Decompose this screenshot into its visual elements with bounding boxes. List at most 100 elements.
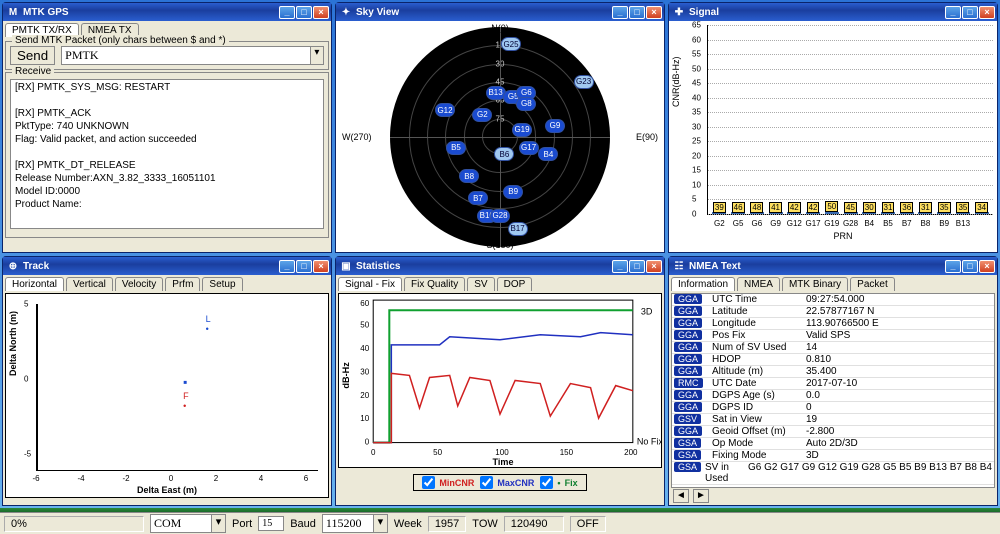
maximize-button[interactable]: □ — [962, 6, 978, 19]
status-com-dd[interactable]: ▾ — [211, 515, 225, 532]
nmea-tab-packet[interactable]: Packet — [850, 277, 895, 291]
status-baud-dd[interactable]: ▾ — [373, 515, 387, 532]
status-port[interactable] — [258, 516, 284, 531]
status-week-label: Week — [394, 518, 422, 530]
svg-text:10: 10 — [360, 414, 369, 423]
title-signal: Signal — [689, 7, 944, 18]
legend-min-check[interactable] — [422, 476, 435, 489]
track-tab-velocity[interactable]: Velocity — [115, 277, 163, 291]
signal-xlabel: PRN — [693, 231, 993, 241]
status-off: OFF — [570, 516, 606, 532]
svg-text:60: 60 — [360, 299, 369, 308]
status-baud-label: Baud — [290, 518, 316, 530]
maximize-button[interactable]: □ — [296, 6, 312, 19]
minimize-button[interactable]: _ — [612, 6, 628, 19]
title-nmea: NMEA Text — [689, 261, 944, 272]
svg-text:Time: Time — [493, 457, 514, 467]
close-button[interactable]: × — [646, 6, 662, 19]
nmea-row[interactable]: GGAUTC Time09:27:54.000 — [672, 294, 994, 306]
legend-fix-check[interactable] — [540, 476, 553, 489]
nmea-icon: ☷ — [673, 260, 685, 272]
window-sky-view: ✦ Sky View _ □ × 1530456075G25G23G12B13G… — [335, 2, 665, 253]
receive-label: Receive — [12, 66, 54, 77]
compass-n: N(0) — [491, 23, 509, 33]
nmea-row[interactable]: GGANum of SV Used14 — [672, 342, 994, 354]
nmea-row[interactable]: GGAPos FixValid SPS — [672, 330, 994, 342]
title-statistics: Statistics — [356, 261, 611, 272]
pmtk-input[interactable] — [62, 47, 310, 64]
nmea-scroll-left[interactable]: ◄ — [673, 489, 689, 503]
close-button[interactable]: × — [979, 6, 995, 19]
minimize-button[interactable]: _ — [279, 6, 295, 19]
sat-B5: B5 — [446, 141, 466, 155]
sat-B7: B7 — [468, 191, 488, 205]
sky-polar-plot: 1530456075G25G23G12B13G5G6G8G2G19G9B5B6G… — [390, 27, 610, 247]
nmea-tab-information[interactable]: Information — [671, 277, 735, 291]
signal-icon: ✚ — [673, 6, 685, 18]
stats-tab-2[interactable]: SV — [467, 277, 494, 291]
status-com[interactable] — [151, 515, 211, 532]
compass-w: W(270) — [342, 132, 372, 142]
nmea-row[interactable]: GGAHDOP0.810 — [672, 354, 994, 366]
maximize-button[interactable]: □ — [629, 6, 645, 19]
status-tow: 120490 — [504, 516, 564, 532]
track-icon: ⊕ — [7, 260, 19, 272]
maximize-button[interactable]: □ — [629, 260, 645, 273]
close-button[interactable]: × — [313, 260, 329, 273]
svg-text:150: 150 — [560, 448, 574, 457]
minimize-button[interactable]: _ — [945, 260, 961, 273]
nmea-row[interactable]: GGALongitude113.90766500 E — [672, 318, 994, 330]
close-button[interactable]: × — [979, 260, 995, 273]
stats-icon: ▣ — [340, 260, 352, 272]
maximize-button[interactable]: □ — [962, 260, 978, 273]
receive-log[interactable]: [RX] PMTK_SYS_MSG: RESTART [RX] PMTK_ACK… — [10, 79, 324, 229]
status-baud[interactable] — [323, 515, 373, 532]
svg-text:dB-Hz: dB-Hz — [341, 362, 351, 389]
sat-G12: G12 — [435, 103, 455, 117]
track-tab-prfm[interactable]: Prfm — [165, 277, 200, 291]
stats-legend: MinCNR MaxCNR • Fix — [413, 474, 586, 491]
app-icon: M — [7, 6, 19, 18]
track-marker-f: F• — [183, 391, 189, 411]
nmea-row[interactable]: GGALatitude22.57877167 N — [672, 306, 994, 318]
status-week: 1957 — [428, 516, 466, 532]
nmea-tab-nmea[interactable]: NMEA — [737, 277, 780, 291]
nmea-tab-mtk-binary[interactable]: MTK Binary — [782, 277, 848, 291]
nmea-row[interactable]: GSAOp ModeAuto 2D/3D — [672, 438, 994, 450]
nmea-row[interactable]: GGAAltitude (m)35.400 — [672, 366, 994, 378]
nmea-grid[interactable]: GGAUTC Time09:27:54.000GGALatitude22.578… — [671, 293, 995, 488]
stats-tab-0[interactable]: Signal - Fix — [338, 277, 402, 291]
title-mtk-gps: MTK GPS — [23, 7, 278, 18]
nmea-row[interactable]: GSASV in UsedG6 G2 G17 G9 G12 G19 G28 G5… — [672, 462, 994, 485]
stats-tab-1[interactable]: Fix Quality — [404, 277, 465, 291]
track-tab-horizontal[interactable]: Horizontal — [5, 277, 64, 291]
sat-G9: G9 — [545, 119, 565, 133]
status-percent: 0% — [4, 516, 144, 532]
minimize-button[interactable]: _ — [945, 6, 961, 19]
maximize-button[interactable]: □ — [296, 260, 312, 273]
compass-s: S(180) — [486, 240, 513, 250]
sat-G28: G28 — [490, 209, 510, 223]
minimize-button[interactable]: _ — [612, 260, 628, 273]
nmea-row[interactable]: GGADGPS Age (s)0.0 — [672, 390, 994, 402]
track-tab-setup[interactable]: Setup — [202, 277, 242, 291]
send-button[interactable]: Send — [10, 46, 55, 65]
close-button[interactable]: × — [646, 260, 662, 273]
nmea-scroll-right[interactable]: ► — [693, 489, 709, 503]
sat-G25: G25 — [501, 37, 521, 51]
status-bar: 0% ▾ Port Baud ▾ Week 1957 TOW 120490 OF… — [0, 512, 1000, 534]
nmea-row[interactable]: GGAGeoid Offset (m)-2.800 — [672, 426, 994, 438]
nmea-row[interactable]: GSAFixing Mode3D — [672, 450, 994, 462]
svg-text:30: 30 — [360, 367, 369, 376]
close-button[interactable]: × — [313, 6, 329, 19]
sat-G17: G17 — [519, 141, 539, 155]
svg-text:40: 40 — [360, 344, 369, 353]
nmea-row[interactable]: RMCUTC Date2017-07-10 — [672, 378, 994, 390]
nmea-row[interactable]: GGADGPS ID0 — [672, 402, 994, 414]
stats-tab-3[interactable]: DOP — [497, 277, 533, 291]
pmtk-dropdown-button[interactable]: ▾ — [310, 47, 323, 64]
nmea-row[interactable]: GSVSat in View19 — [672, 414, 994, 426]
legend-max-check[interactable] — [480, 476, 493, 489]
minimize-button[interactable]: _ — [279, 260, 295, 273]
track-tab-vertical[interactable]: Vertical — [66, 277, 113, 291]
